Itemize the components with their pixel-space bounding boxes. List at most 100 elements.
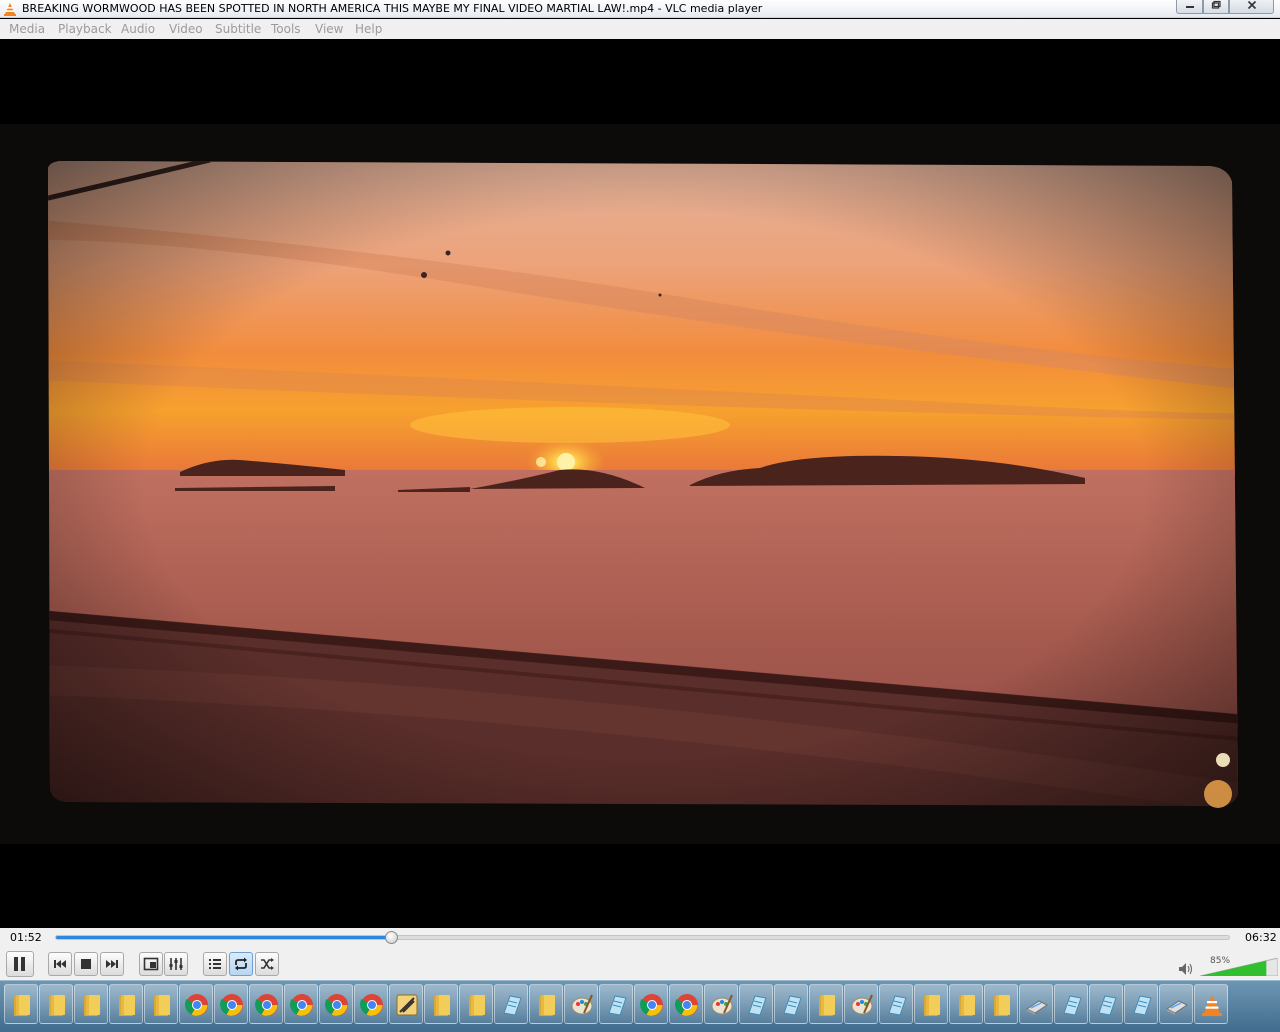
notepad-icon [1133,995,1152,1016]
pause-button[interactable] [6,951,34,977]
vlc-cone-icon [1202,995,1222,1016]
paint-icon [851,994,873,1015]
loop-button[interactable] [229,952,253,976]
time-total[interactable]: 06:32 [1245,931,1277,944]
folder-icon [119,995,135,1016]
folder-icon [434,995,450,1016]
taskbar-button-folder[interactable] [144,984,178,1024]
taskbar-button-scanner[interactable] [1019,984,1053,1024]
menu-subtitle[interactable]: Subtitle [215,21,261,37]
taskbar-button-folder[interactable] [424,984,458,1024]
notepad-icon [1098,995,1117,1016]
folder-icon [819,995,835,1016]
folder-icon [84,995,100,1016]
seek-row: 01:52 06:32 [0,928,1280,948]
taskbar-button-folder[interactable] [4,984,38,1024]
taskbar-button-folder[interactable] [914,984,948,1024]
stop-icon [81,959,91,969]
taskbar-button-notepad[interactable] [1089,984,1123,1024]
taskbar-button-chrome[interactable] [669,984,703,1024]
notepad-icon [608,995,627,1016]
taskbar-button-folder[interactable] [984,984,1018,1024]
taskbar-button-folder[interactable] [109,984,143,1024]
fullscreen-button[interactable] [139,952,163,976]
tool-icon [396,994,418,1016]
taskbar-button-folder[interactable] [809,984,843,1024]
menu-media[interactable]: Media [9,21,45,37]
video-frame [0,124,1280,844]
video-display[interactable] [0,40,1280,928]
playlist-button[interactable] [203,952,227,976]
taskbar-button-folder[interactable] [39,984,73,1024]
taskbar-button-notepad[interactable] [494,984,528,1024]
menu-playback[interactable]: Playback [58,21,112,37]
taskbar [0,980,1280,1032]
taskbar-button-vlc-cone[interactable] [1194,984,1228,1024]
taskbar-button-chrome[interactable] [249,984,283,1024]
folder-icon [154,995,170,1016]
previous-button[interactable] [48,952,72,976]
taskbar-button-chrome[interactable] [214,984,248,1024]
next-button[interactable] [100,952,124,976]
chrome-icon [255,994,278,1016]
taskbar-button-chrome[interactable] [319,984,353,1024]
next-icon [106,960,118,968]
taskbar-button-paint[interactable] [704,984,738,1024]
close-button[interactable] [1229,0,1274,14]
menu-audio[interactable]: Audio [121,21,155,37]
speaker-icon[interactable] [1178,962,1194,976]
chrome-icon [640,994,663,1016]
seek-handle[interactable] [384,931,398,944]
minimize-button[interactable] [1176,0,1203,14]
menu-help[interactable]: Help [355,21,382,37]
taskbar-button-folder[interactable] [529,984,563,1024]
minimize-icon [1185,6,1194,8]
taskbar-button-notepad[interactable] [1054,984,1088,1024]
time-elapsed[interactable]: 01:52 [10,931,42,944]
taskbar-button-scanner[interactable] [1159,984,1193,1024]
taskbar-button-paint[interactable] [844,984,878,1024]
menu-tools[interactable]: Tools [271,21,301,37]
restore-button[interactable] [1203,0,1229,14]
taskbar-button-chrome[interactable] [179,984,213,1024]
random-button[interactable] [255,952,279,976]
taskbar-button-folder[interactable] [949,984,983,1024]
fullscreen-icon [143,957,159,971]
notepad-icon [1063,995,1082,1016]
taskbar-button-paint[interactable] [564,984,598,1024]
extended-settings-button[interactable] [164,952,188,976]
taskbar-button-notepad[interactable] [879,984,913,1024]
menu-view[interactable]: View [315,21,343,37]
taskbar-button-folder[interactable] [74,984,108,1024]
volume-slider[interactable] [1200,958,1278,976]
chrome-icon [185,994,208,1016]
folder-icon [994,995,1010,1016]
notepad-icon [783,995,802,1016]
chrome-icon [360,994,383,1016]
chrome-icon [675,994,698,1016]
notepad-icon [748,995,767,1016]
taskbar-button-notepad[interactable] [1124,984,1158,1024]
taskbar-button-chrome[interactable] [284,984,318,1024]
previous-icon [54,960,66,968]
scanner-icon [1166,1000,1188,1015]
seek-progress [56,936,392,939]
chrome-icon [220,994,243,1016]
chrome-icon [290,994,313,1016]
paint-icon [571,994,593,1015]
stop-button[interactable] [74,952,98,976]
taskbar-button-notepad[interactable] [599,984,633,1024]
taskbar-button-notepad[interactable] [774,984,808,1024]
taskbar-button-chrome[interactable] [354,984,388,1024]
title-bar: BREAKING WORMWOOD HAS BEEN SPOTTED IN NO… [0,0,1280,18]
maximize-icon [1211,0,1221,9]
scanner-icon [1026,1000,1048,1015]
taskbar-button-tool[interactable] [389,984,423,1024]
taskbar-button-chrome[interactable] [634,984,668,1024]
notepad-icon [888,995,907,1016]
taskbar-button-folder[interactable] [459,984,493,1024]
menu-video[interactable]: Video [169,21,203,37]
seek-slider[interactable] [55,931,1230,944]
taskbar-button-notepad[interactable] [739,984,773,1024]
extended-settings-icon [169,958,183,970]
